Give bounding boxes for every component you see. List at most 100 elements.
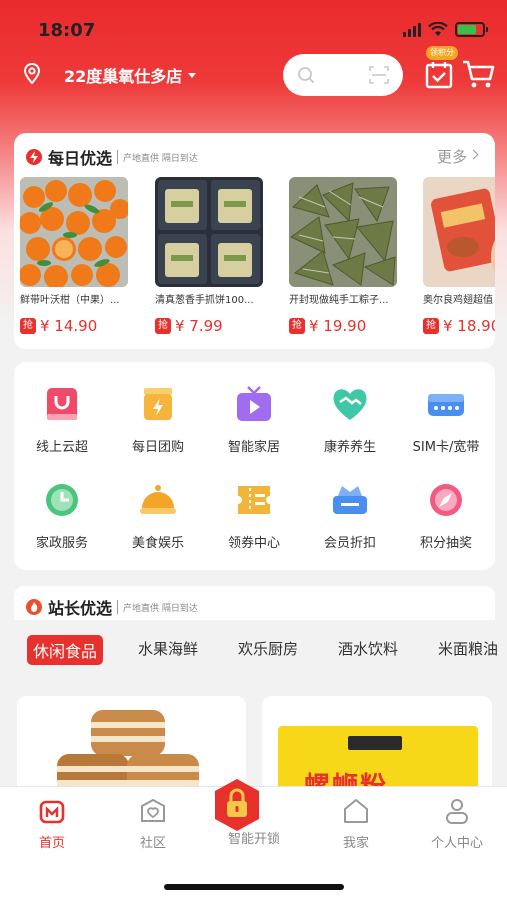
nav-label: 个人中心 [430,836,483,851]
product-price: ¥ 18.90 [443,317,495,335]
fire-icon [26,599,42,615]
compass-icon [430,484,462,516]
divider [117,600,119,614]
service-member-discount[interactable]: 会员折扣 [302,480,398,551]
product-name: 清真葱香手抓饼100... [155,295,254,306]
person-icon [446,799,468,824]
nav-home[interactable]: 首页 [12,797,92,851]
service-sim-broadband[interactable]: SIM卡/宽带 [398,384,494,455]
more-link[interactable]: 更多 [437,146,467,167]
location-pin-icon[interactable] [22,62,42,86]
app-screen: 18:07 22度巢氧仕多店 领积分 每日优选 产地直供 隔日到达 更多 鲜带叶… [0,0,507,900]
cart-icon[interactable] [462,58,496,90]
food-cloche-icon [140,485,176,514]
service-health-care[interactable]: 康养养生 [302,384,398,455]
service-label: 积分抽奖 [419,536,472,551]
service-label: 线上云超 [35,440,88,455]
caret-down-icon [188,72,197,78]
divider [117,150,119,164]
store-name: 22度巢氧仕多店 [64,67,183,86]
station-picks-subtitle: 产地直供 隔日到达 [123,603,198,614]
search-bar[interactable] [283,54,403,96]
router-icon [428,394,464,416]
nav-smart-unlock[interactable]: 智能开锁 [214,779,294,847]
home-indicator[interactable] [164,884,344,890]
service-label: SIM卡/宽带 [412,440,480,455]
product-item[interactable]: 奥尔良鸡翅超值 抢 ¥ 18.90 [423,177,495,335]
daily-picks-header: 每日优选 产地直供 隔日到达 [26,145,198,169]
product-name: 开封现做纯手工粽子... [289,295,389,306]
product-item[interactable]: 鲜带叶沃柑（中果）... 抢 ¥ 14.90 [20,177,130,335]
battery-icon [455,22,488,37]
station-picks-title: 站长优选 [48,599,113,618]
service-daily-group-buy[interactable]: 每日团购 [110,384,206,455]
service-label: 智能家居 [227,440,280,455]
chevron-right-icon [468,149,479,160]
station-picks-title-row: 站长优选 产地直供 隔日到达 [26,595,198,619]
heart-handshake-icon [333,389,367,420]
service-label: 家政服务 [35,536,88,551]
bottom-nav: 首页 社区 智能开锁 我家 个人中心 [0,779,507,900]
service-label: 会员折扣 [323,536,376,551]
community-icon [141,798,165,822]
price-row: 抢 ¥ 19.90 [289,317,399,335]
daily-picks-title: 每日优选 [48,149,113,168]
tab-kitchen[interactable]: 欢乐厨房 [238,638,298,659]
product-item[interactable]: 开封现做纯手工粽子... 抢 ¥ 19.90 [289,177,399,335]
service-points-lottery[interactable]: 积分抽奖 [398,480,494,551]
scan-icon[interactable] [369,66,389,84]
product-item[interactable]: 清真葱香手抓饼100... 抢 ¥ 7.99 [155,177,265,335]
tv-play-icon [237,386,271,421]
service-housekeeping[interactable]: 家政服务 [14,480,110,551]
flash-sale-tag: 抢 [20,318,36,334]
search-icon [298,67,315,84]
clock-icon [46,484,78,516]
tab-snacks[interactable]: 休闲食品 [27,635,104,665]
daily-picks-card: 每日优选 产地直供 隔日到达 更多 鲜带叶沃柑（中果）... 抢 ¥ 14.90… [14,133,495,349]
service-label: 美食娱乐 [131,536,184,551]
price-row: 抢 ¥ 7.99 [155,317,265,335]
product-price: ¥ 7.99 [175,317,223,335]
product-name: 奥尔良鸡翅超值 [423,295,493,306]
daily-picks-subtitle: 产地直供 隔日到达 [123,153,198,164]
service-grid: 线上云超 每日团购 智能家居 康养养生 SIM卡/宽带 家政服务 美食娱乐 领券… [14,362,495,570]
nav-my-home[interactable]: 我家 [316,797,396,851]
product-image-oranges [20,177,128,287]
price-row: 抢 ¥ 14.90 [20,317,130,335]
store-selector[interactable]: 22度巢氧仕多店 [64,63,197,87]
lightning-bag-icon [144,388,172,420]
service-coupon-center[interactable]: 领券中心 [206,480,302,551]
lightning-icon [26,149,42,165]
tab-drinks[interactable]: 酒水饮料 [338,638,398,659]
product-price: ¥ 14.90 [40,317,98,335]
flash-sale-tag: 抢 [289,318,305,334]
nav-profile[interactable]: 个人中心 [417,797,497,851]
cellular-signal-icon [403,22,421,37]
station-picks-header: 站长优选 产地直供 隔日到达 [14,586,495,620]
tab-grain-oil[interactable]: 米面粮油 [438,638,498,659]
status-time: 18:07 [38,20,96,41]
brand-logo [348,736,402,750]
nav-community[interactable]: 社区 [113,797,193,851]
tab-fruit-seafood[interactable]: 水果海鲜 [138,638,198,659]
service-smart-home[interactable]: 智能家居 [206,384,302,455]
calendar-checkin-icon[interactable] [422,57,456,91]
product-price: ¥ 19.90 [309,317,367,335]
category-tabs: 休闲食品 水果海鲜 欢乐厨房 酒水饮料 米面粮油 [0,632,507,672]
home-icon [39,800,65,824]
service-label: 康养养生 [323,440,376,455]
flash-sale-tag: 抢 [423,318,439,334]
service-label: 每日团购 [131,440,184,455]
member-crown-icon [333,486,367,514]
my-home-icon [344,799,368,823]
product-image-chicken-wings [423,177,495,287]
top-header: 22度巢氧仕多店 领积分 [0,46,507,100]
nav-label: 社区 [139,836,166,851]
product-name: 鲜带叶沃柑（中果）... [20,295,120,306]
service-food-entertainment[interactable]: 美食娱乐 [110,480,206,551]
product-scroller[interactable]: 鲜带叶沃柑（中果）... 抢 ¥ 14.90 清真葱香手抓饼100... 抢 ¥… [20,177,495,342]
coupon-icon [238,486,270,514]
status-icons [403,22,488,37]
shopping-bag-icon [47,388,77,420]
service-online-supermarket[interactable]: 线上云超 [14,384,110,455]
